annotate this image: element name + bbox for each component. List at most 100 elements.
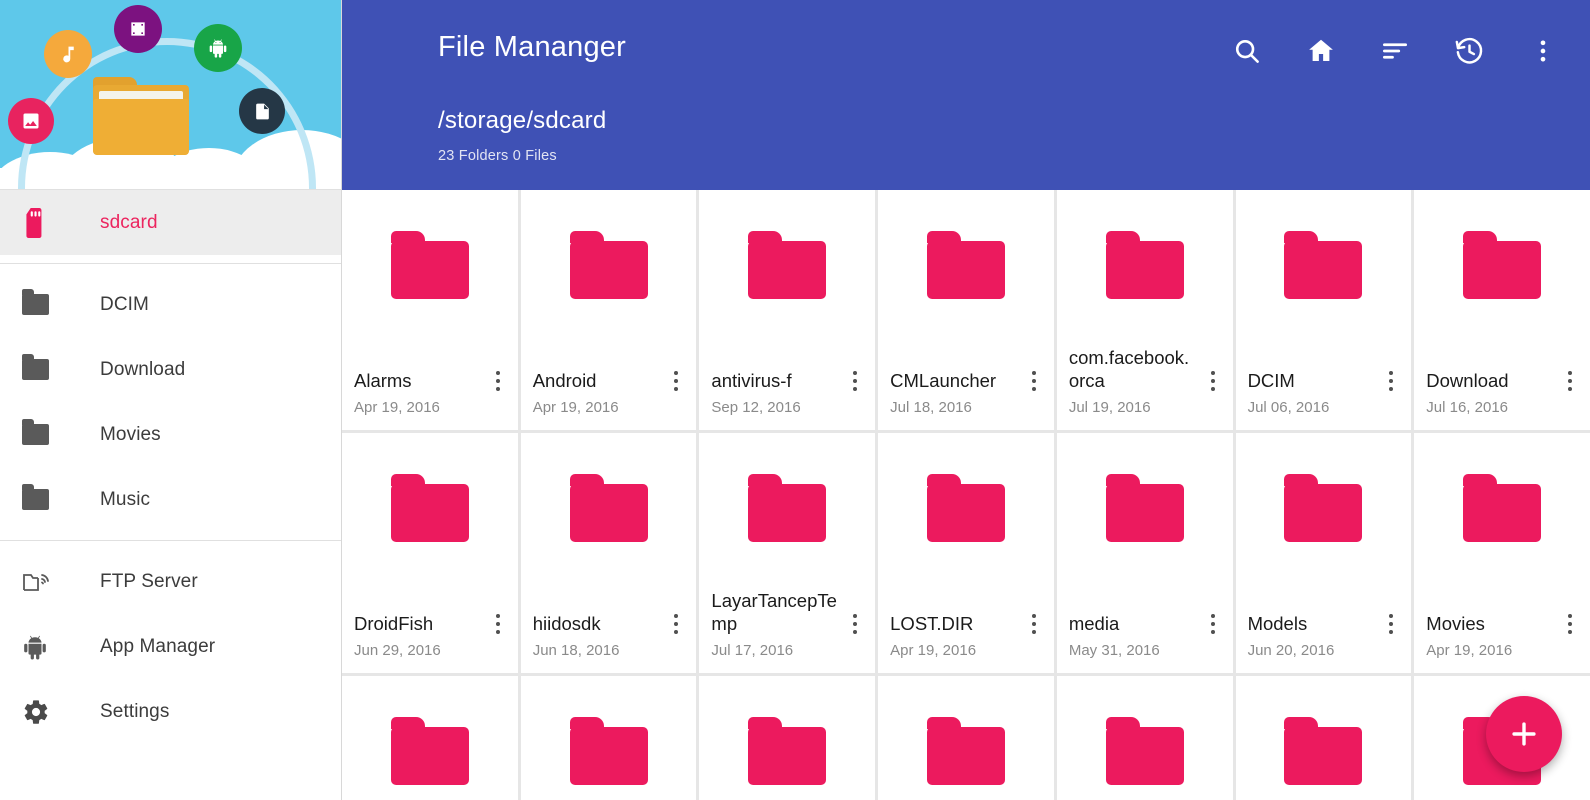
folder-icon (699, 676, 875, 800)
sidebar-item-download[interactable]: Download (0, 337, 341, 402)
file-grid[interactable]: Alarms Apr 19, 2016 Android Apr 19, 2016 ant… (342, 190, 1590, 800)
sidebar-item-label: sdcard (100, 211, 158, 233)
folder-icon (342, 433, 518, 593)
more-vert-icon[interactable] (1202, 611, 1224, 637)
grid-item[interactable]: hiidosdk Jun 18, 2016 (520, 433, 697, 673)
sidebar-item-label: Download (100, 358, 186, 380)
more-vert-icon[interactable] (1380, 611, 1402, 637)
folder-icon (878, 433, 1054, 593)
document-icon (239, 88, 285, 134)
folder-icon (699, 190, 875, 350)
grid-item[interactable] (1056, 676, 1233, 800)
sort-icon[interactable] (1374, 30, 1416, 72)
folder-icon (1236, 433, 1412, 593)
grid-item[interactable]: antivirus-f Sep 12, 2016 (699, 190, 876, 430)
more-vert-icon[interactable] (487, 611, 509, 637)
grid-item-name: hiidosdk (532, 613, 601, 634)
grid-item-date: Jul 17, 2016 (711, 642, 794, 659)
grid-item[interactable]: CMLauncher Jul 18, 2016 (878, 190, 1054, 430)
grid-item[interactable] (520, 676, 697, 800)
history-icon[interactable] (1448, 30, 1490, 72)
more-vert-icon[interactable] (1023, 611, 1045, 637)
grid-item-date: Apr 19, 2016 (354, 399, 440, 416)
drawer-menu: sdcard DCIM Download Movies Music FTP Se… (0, 190, 341, 744)
grid-item-name: DroidFish (354, 613, 434, 634)
android-robot-icon (22, 633, 68, 661)
folder-icon (1414, 433, 1590, 593)
grid-item-name: DCIM (1247, 370, 1295, 391)
grid-item[interactable]: Android Apr 19, 2016 (520, 190, 697, 430)
sdcard-icon (22, 207, 68, 238)
grid-item[interactable] (699, 676, 876, 800)
sidebar-item-movies[interactable]: Movies (0, 402, 341, 467)
grid-item-name: media (1068, 613, 1120, 634)
more-vert-icon[interactable] (487, 368, 509, 394)
more-vert-icon[interactable] (1522, 30, 1564, 72)
sidebar-item-label: DCIM (100, 293, 149, 315)
sidebar-item-label: Settings (100, 700, 170, 722)
folder-icon (342, 190, 518, 350)
folder-icon (22, 289, 68, 315)
grid-item-date: Jul 06, 2016 (1247, 399, 1330, 416)
grid-item[interactable]: DCIM Jul 06, 2016 (1235, 190, 1412, 430)
more-vert-icon[interactable] (844, 368, 866, 394)
sidebar-item-label: Music (100, 488, 151, 510)
grid-item-name: CMLauncher (890, 370, 997, 391)
grid-item-date: Jul 18, 2016 (890, 399, 972, 416)
sidebar-item-ftp-server[interactable]: FTP Server (0, 549, 341, 614)
grid-item[interactable]: Download Jul 16, 2016 (1414, 190, 1590, 430)
grid-item-name: antivirus-f (711, 370, 792, 391)
navigation-drawer: sdcard DCIM Download Movies Music FTP Se… (0, 0, 342, 800)
sidebar-item-music[interactable]: Music (0, 467, 341, 532)
sidebar-item-dcim[interactable]: DCIM (0, 272, 341, 337)
more-vert-icon[interactable] (665, 611, 687, 637)
grid-item-date: May 31, 2016 (1068, 642, 1160, 659)
grid-item-date: Jul 16, 2016 (1426, 399, 1509, 416)
grid-item[interactable]: Alarms Apr 19, 2016 (342, 190, 518, 430)
more-vert-icon[interactable] (1559, 611, 1581, 637)
more-vert-icon[interactable] (1380, 368, 1402, 394)
folder-icon (342, 676, 518, 800)
drawer-divider (0, 540, 341, 541)
sidebar-item-sdcard[interactable]: sdcard (0, 190, 341, 255)
more-vert-icon[interactable] (1559, 368, 1581, 394)
grid-item[interactable]: DroidFish Jun 29, 2016 (342, 433, 518, 673)
grid-item-name: com.facebook.orca (1068, 347, 1190, 391)
folder-icon (1057, 190, 1233, 350)
more-vert-icon[interactable] (1202, 368, 1224, 394)
add-button[interactable] (1486, 696, 1562, 772)
search-icon[interactable] (1226, 30, 1268, 72)
android-icon (194, 24, 242, 72)
folder-icon (1236, 676, 1412, 800)
grid-item[interactable]: com.facebook.orca Jul 19, 2016 (1056, 190, 1233, 430)
folder-icon (699, 433, 875, 593)
home-icon[interactable] (1300, 30, 1342, 72)
grid-item-name: Alarms (354, 370, 412, 391)
folder-icon (1057, 676, 1233, 800)
grid-item[interactable]: LOST.DIR Apr 19, 2016 (878, 433, 1054, 673)
drawer-divider (0, 263, 341, 264)
app-bar-actions (1226, 30, 1564, 72)
more-vert-icon[interactable] (1023, 368, 1045, 394)
sidebar-item-app-manager[interactable]: App Manager (0, 614, 341, 679)
folder-icon (878, 676, 1054, 800)
grid-item-date: Apr 19, 2016 (532, 399, 619, 416)
grid-item[interactable] (1235, 676, 1412, 800)
app-bar: File Mananger /storage/sdcard 23 Folders… (342, 0, 1590, 190)
more-vert-icon[interactable] (665, 368, 687, 394)
grid-item[interactable]: LayarTancepTemp Jul 17, 2016 (699, 433, 876, 673)
grid-item[interactable]: media May 31, 2016 (1056, 433, 1233, 673)
grid-item[interactable] (342, 676, 518, 800)
grid-item[interactable] (878, 676, 1054, 800)
sidebar-item-label: FTP Server (100, 570, 198, 592)
current-path: /storage/sdcard (438, 107, 607, 134)
grid-item[interactable]: Models Jun 20, 2016 (1235, 433, 1412, 673)
folder-icon (22, 354, 68, 380)
more-vert-icon[interactable] (844, 611, 866, 637)
sidebar-item-label: App Manager (100, 635, 216, 657)
grid-item[interactable]: Movies Apr 19, 2016 (1414, 433, 1590, 673)
ftp-server-icon (22, 570, 68, 594)
sidebar-item-settings[interactable]: Settings (0, 679, 341, 744)
grid-item-name: LayarTancepTemp (711, 590, 837, 634)
folder-icon (521, 190, 697, 350)
